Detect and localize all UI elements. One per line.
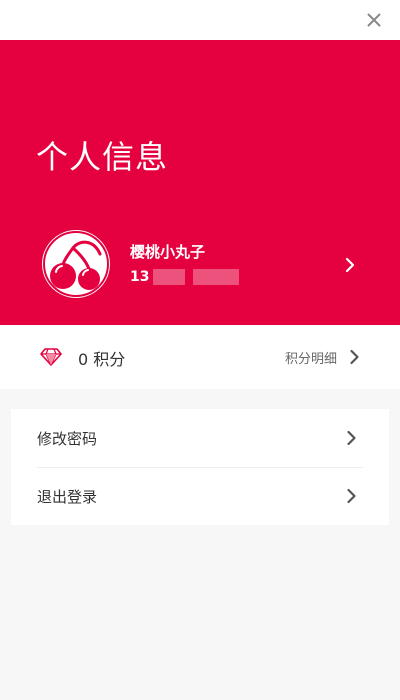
window-topbar [0, 0, 400, 40]
username: 樱桃小丸子 [130, 243, 206, 261]
chevron-right-icon [347, 488, 356, 504]
points-detail-link[interactable]: 积分明细 [285, 344, 360, 370]
menu-item-label: 修改密码 [37, 430, 98, 448]
phone-number: 13 [130, 267, 240, 287]
chevron-right-icon [350, 349, 359, 365]
menu-item-label: 退出登录 [37, 488, 98, 506]
points-detail-label: 积分明细 [284, 351, 337, 367]
chevron-right-icon [347, 430, 356, 446]
profile-header: 个人信息 樱桃小丸子 13 [0, 40, 400, 325]
close-icon [367, 13, 381, 27]
change-password-item[interactable]: 修改密码 [11, 409, 389, 467]
profile-card[interactable]: 樱桃小丸子 13 [0, 224, 400, 306]
page-title: 个人信息 [36, 138, 169, 176]
phone-mask [153, 269, 186, 285]
phone-prefix: 13 [130, 269, 150, 285]
gem-icon [40, 348, 62, 366]
points-value: 0 积分 [78, 350, 126, 369]
cherry-avatar-icon [43, 231, 109, 297]
close-button[interactable] [364, 10, 384, 30]
phone-mask [193, 269, 240, 285]
points-row: 0 积分 积分明细 [0, 325, 400, 389]
settings-menu: 修改密码 退出登录 [11, 409, 389, 525]
logout-item[interactable]: 退出登录 [11, 467, 389, 525]
avatar [42, 230, 110, 298]
chevron-right-icon [345, 257, 355, 273]
